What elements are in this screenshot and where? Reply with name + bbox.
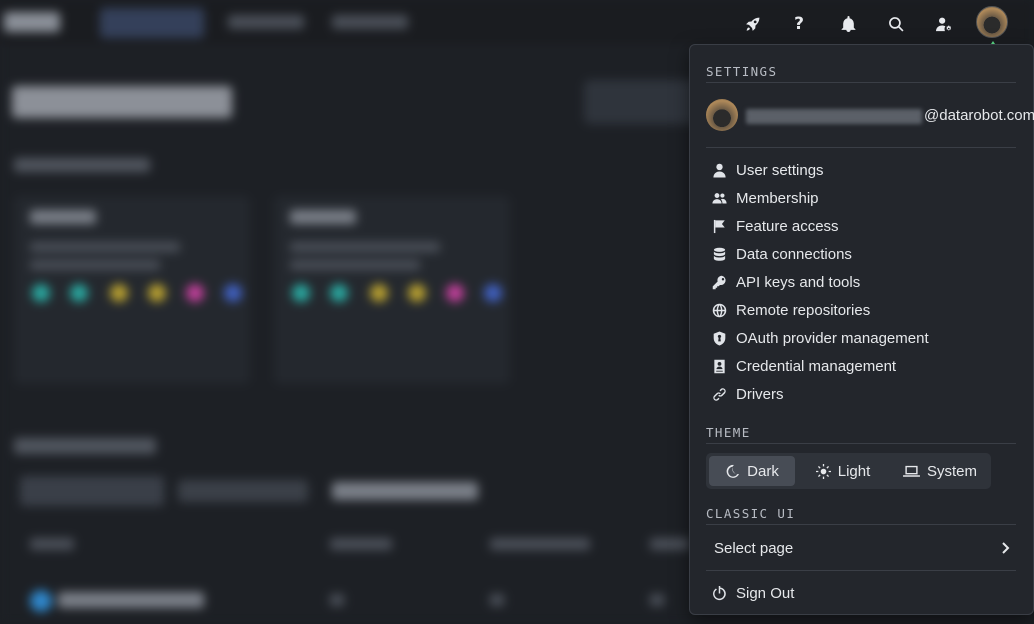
menu-item-label: API keys and tools <box>736 273 861 291</box>
rocket-icon[interactable] <box>739 11 765 37</box>
menu-item-label: Drivers <box>736 385 784 403</box>
avatar[interactable] <box>976 6 1008 38</box>
theme-option-label: System <box>926 462 977 480</box>
select-page-item[interactable]: Select page <box>706 533 1016 563</box>
menu-item-membership[interactable]: Membership <box>706 184 1016 212</box>
background-card <box>274 196 510 384</box>
menu-item-remote-repositories[interactable]: Remote repositories <box>706 296 1016 324</box>
key-icon <box>706 275 736 290</box>
menu-item-drivers[interactable]: Drivers <box>706 380 1016 408</box>
email-redacted <box>746 109 922 124</box>
background-card <box>14 196 250 384</box>
menu-item-label: Membership <box>736 189 819 207</box>
background-row-icon <box>30 590 52 612</box>
background-table-header <box>30 538 74 550</box>
menu-item-label: OAuth provider management <box>736 329 929 347</box>
menu-item-oauth-provider[interactable]: OAuth provider management <box>706 324 1016 352</box>
background-tab <box>178 480 308 502</box>
theme-option-dark[interactable]: Dark <box>709 456 795 486</box>
theme-option-system[interactable]: System <box>894 456 986 486</box>
background-table-header <box>490 538 590 550</box>
menu-item-label: Data connections <box>736 245 852 263</box>
background-section-heading <box>14 438 156 454</box>
background-table-header <box>650 538 690 550</box>
user-settings-icon[interactable] <box>931 11 957 37</box>
shield-icon <box>706 330 736 346</box>
divider <box>706 147 1016 148</box>
background-subheading <box>14 158 150 172</box>
divider <box>706 443 1016 444</box>
laptop-icon <box>903 465 920 477</box>
globe-icon <box>706 303 736 318</box>
account-dropdown: SETTINGS @datarobot.com User settings Me… <box>689 44 1034 615</box>
menu-item-label: User settings <box>736 161 824 179</box>
email-domain: @datarobot.com <box>924 107 1034 124</box>
bell-icon[interactable] <box>835 11 861 37</box>
background-row-cell <box>490 594 504 606</box>
user-icon <box>706 163 736 178</box>
menu-item-feature-access[interactable]: Feature access <box>706 212 1016 240</box>
help-glyph: ? <box>794 14 804 34</box>
background-title <box>12 86 232 118</box>
theme-option-light[interactable]: Light <box>800 456 886 486</box>
users-icon <box>706 191 736 206</box>
theme-heading: THEME <box>706 425 751 440</box>
classic-ui-heading: CLASSIC UI <box>706 506 796 521</box>
power-icon <box>706 585 736 601</box>
menu-item-user-settings[interactable]: User settings <box>706 156 1016 184</box>
sign-out-label: Sign Out <box>736 584 795 602</box>
settings-heading: SETTINGS <box>706 64 778 79</box>
menu-item-data-connections[interactable]: Data connections <box>706 240 1016 268</box>
background-tab <box>20 476 164 506</box>
sun-icon <box>815 463 831 479</box>
background-row-cell <box>330 594 344 606</box>
flag-icon <box>706 219 736 234</box>
theme-option-label: Dark <box>747 462 779 480</box>
theme-switcher: Dark Light System <box>706 453 991 489</box>
divider <box>706 82 1016 83</box>
background-row-cell <box>650 594 664 606</box>
link-icon <box>706 387 736 402</box>
divider <box>706 524 1016 525</box>
credential-book-icon <box>706 359 736 374</box>
background-table-header <box>330 538 392 550</box>
topbar-actions: ? <box>0 0 1034 67</box>
moon-icon <box>726 464 740 478</box>
menu-item-label: Credential management <box>736 357 897 375</box>
menu-item-label: Remote repositories <box>736 301 871 319</box>
background-row-text <box>58 592 204 608</box>
avatar <box>706 99 738 131</box>
background-tab <box>332 482 478 500</box>
search-icon[interactable] <box>883 11 909 37</box>
chevron-right-icon <box>1002 542 1010 554</box>
menu-item-credential-management[interactable]: Credential management <box>706 352 1016 380</box>
menu-item-label: Feature access <box>736 217 839 235</box>
sign-out-button[interactable]: Sign Out <box>706 579 1016 607</box>
theme-option-label: Light <box>837 462 871 480</box>
divider <box>706 570 1016 571</box>
background-header-button <box>584 80 704 124</box>
menu-item-api-keys[interactable]: API keys and tools <box>706 268 1016 296</box>
select-page-label: Select page <box>714 539 794 557</box>
user-row: @datarobot.com <box>706 99 1034 133</box>
database-icon <box>706 247 736 262</box>
help-icon[interactable]: ? <box>786 11 812 37</box>
